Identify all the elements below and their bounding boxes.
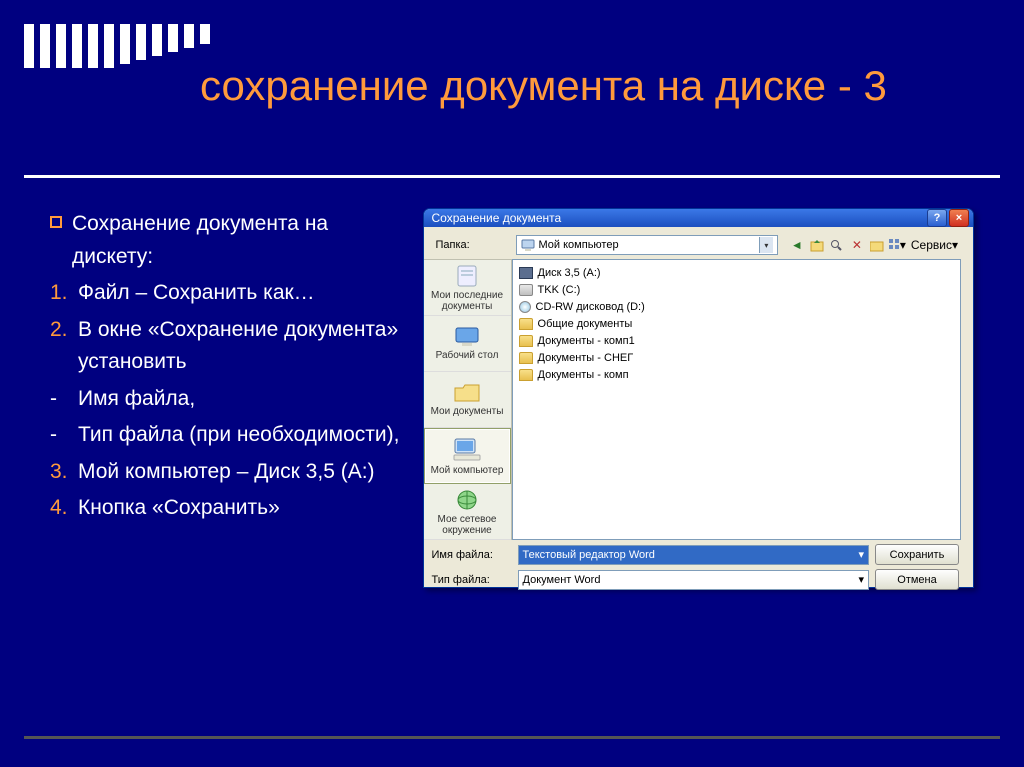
folder-value: Мой компьютер bbox=[539, 239, 755, 251]
chevron-down-icon[interactable]: ▾ bbox=[858, 548, 864, 561]
bullet-text: Тип файла (при необходимости), bbox=[78, 419, 405, 452]
file-item[interactable]: CD-RW дисковод (D:) bbox=[519, 298, 954, 315]
file-item[interactable]: TKK (C:) bbox=[519, 281, 954, 298]
dialog-toolbar: ◄ ✕ ▾ Сервис ▾ bbox=[784, 236, 961, 254]
decorative-stripes bbox=[24, 24, 210, 68]
bullet-row: 1. Файл – Сохранить как… bbox=[50, 277, 405, 310]
file-item[interactable]: Диск 3,5 (A:) bbox=[519, 264, 954, 281]
bullet-row: 4. Кнопка «Сохранить» bbox=[50, 492, 405, 525]
list-number: 3. bbox=[50, 456, 68, 489]
computer-icon bbox=[521, 238, 535, 252]
cd-icon bbox=[519, 301, 531, 313]
dialog-titlebar[interactable]: Сохранение документа ? × bbox=[424, 209, 973, 227]
title-rule bbox=[24, 175, 1000, 178]
computer-icon bbox=[452, 437, 482, 463]
drive-icon bbox=[519, 284, 533, 296]
file-name: Документы - комп1 bbox=[538, 335, 635, 347]
file-list-area[interactable]: Диск 3,5 (A:) TKK (C:) CD-RW дисковод (D:)… bbox=[512, 259, 961, 540]
file-name: Диск 3,5 (A:) bbox=[538, 267, 601, 279]
file-name: CD-RW дисковод (D:) bbox=[536, 301, 645, 313]
places-recent[interactable]: Мои последние документы bbox=[424, 260, 511, 316]
places-bar: Мои последние документы Рабочий стол Мои… bbox=[424, 259, 512, 540]
file-item[interactable]: Документы - комп1 bbox=[519, 332, 954, 349]
folder-icon bbox=[519, 352, 533, 364]
file-name: Общие документы bbox=[538, 318, 633, 330]
folder-icon bbox=[519, 335, 533, 347]
chevron-down-icon[interactable]: ▾ bbox=[759, 237, 773, 253]
desktop-icon bbox=[454, 326, 480, 348]
chevron-down-icon[interactable]: ▾ bbox=[858, 573, 864, 586]
list-number: 1. bbox=[50, 277, 68, 310]
bullet-text: Мой компьютер – Диск 3,5 (А:) bbox=[78, 456, 405, 489]
floppy-icon bbox=[519, 267, 533, 279]
footer-rule bbox=[24, 736, 1000, 739]
folder-icon bbox=[453, 382, 481, 404]
file-name: Документы - СНЕГ bbox=[538, 352, 634, 364]
bullet-row: 3. Мой компьютер – Диск 3,5 (А:) bbox=[50, 456, 405, 489]
dialog-title: Сохранение документа bbox=[432, 211, 562, 225]
bullet-row: -Тип файла (при необходимости), bbox=[50, 419, 405, 452]
places-mycomputer[interactable]: Мой компьютер bbox=[424, 428, 511, 484]
folder-icon bbox=[519, 369, 533, 381]
list-dash: - bbox=[50, 419, 68, 452]
bullet-text: Имя файла, bbox=[78, 383, 405, 416]
file-item[interactable]: Документы - комп bbox=[519, 366, 954, 383]
folder-label: Папка: bbox=[430, 239, 510, 251]
places-desktop[interactable]: Рабочий стол bbox=[424, 316, 511, 372]
bullet-square-icon bbox=[50, 216, 62, 228]
file-item[interactable]: Документы - СНЕГ bbox=[519, 349, 954, 366]
list-dash: - bbox=[50, 383, 68, 416]
folder-icon bbox=[519, 318, 533, 330]
places-network[interactable]: Мое сетевое окружение bbox=[424, 484, 511, 540]
service-menu[interactable]: Сервис ▾ bbox=[908, 236, 961, 254]
network-icon bbox=[453, 488, 481, 512]
places-mydocs[interactable]: Мои документы bbox=[424, 372, 511, 428]
search-icon[interactable] bbox=[828, 236, 846, 254]
bullet-row: 2.В окне «Сохранение документа» установи… bbox=[50, 314, 405, 379]
close-button[interactable]: × bbox=[949, 209, 969, 227]
intro-text: Сохранение документа на дискету: bbox=[72, 208, 405, 273]
list-number: 4. bbox=[50, 492, 68, 525]
bullet-text: Файл – Сохранить как… bbox=[78, 277, 405, 310]
bullet-text: В окне «Сохранение документа» установить bbox=[78, 314, 405, 379]
bullet-text: Кнопка «Сохранить» bbox=[78, 492, 405, 525]
filetype-select[interactable]: Документ Word ▾ bbox=[518, 570, 869, 590]
up-icon[interactable] bbox=[808, 236, 826, 254]
help-button[interactable]: ? bbox=[927, 209, 947, 227]
back-icon[interactable]: ◄ bbox=[788, 236, 806, 254]
folder-combo[interactable]: Мой компьютер ▾ bbox=[516, 235, 778, 255]
bullet-list: Сохранение документа на дискету: 1. Файл … bbox=[50, 208, 405, 588]
delete-icon[interactable]: ✕ bbox=[848, 236, 866, 254]
save-dialog: Сохранение документа ? × Папка: Мой комп… bbox=[423, 208, 974, 588]
cancel-button[interactable]: Отмена bbox=[875, 569, 959, 590]
new-folder-icon[interactable] bbox=[868, 236, 886, 254]
views-icon[interactable]: ▾ bbox=[888, 236, 906, 254]
slide-title: сохранение документа на диске - 3 bbox=[200, 62, 964, 110]
filename-label: Имя файла: bbox=[432, 549, 512, 561]
list-number: 2. bbox=[50, 314, 68, 379]
save-button[interactable]: Сохранить bbox=[875, 544, 959, 565]
file-name: Документы - комп bbox=[538, 369, 629, 381]
file-item[interactable]: Общие документы bbox=[519, 315, 954, 332]
bullet-row: -Имя файла, bbox=[50, 383, 405, 416]
filename-input[interactable]: Текстовый редактор Word ▾ bbox=[518, 545, 869, 565]
filetype-label: Тип файла: bbox=[432, 574, 512, 586]
file-name: TKK (C:) bbox=[538, 284, 581, 296]
recent-icon bbox=[454, 264, 480, 288]
